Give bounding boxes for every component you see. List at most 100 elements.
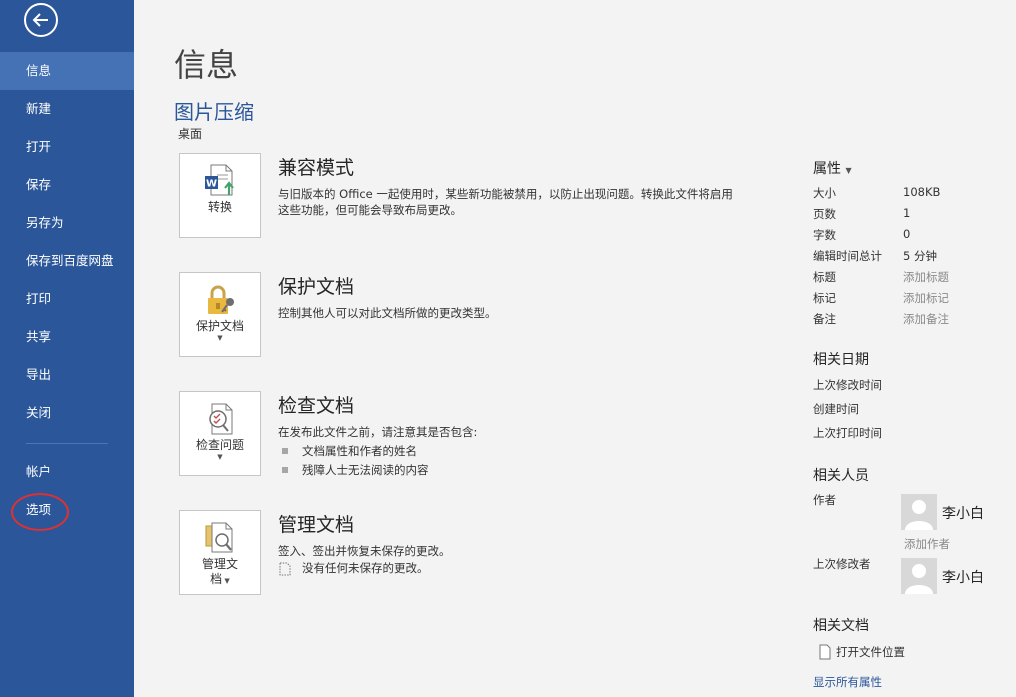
created-label: 创建时间: [813, 402, 859, 416]
svg-text:W: W: [206, 179, 217, 190]
manage-heading: 管理文档: [278, 514, 355, 536]
protect-document-button-label: 保护文档: [195, 319, 244, 333]
last-modified-by-label: 上次修改者: [813, 557, 871, 571]
properties-panel: 属性 ▼ 大小 108KB 页数 1 字数 0 编辑时间总计 5 分钟 标题 添加标题 标…: [813, 158, 1013, 326]
avatar: [901, 558, 937, 594]
unsaved-changes-text: 没有任何未保存的更改。: [302, 561, 429, 575]
sidebar-item-new[interactable]: 新建: [0, 90, 134, 128]
word-convert-icon: W: [205, 164, 234, 196]
unsaved-changes-note: 没有任何未保存的更改。: [278, 559, 738, 578]
page-title: 信息: [174, 46, 239, 84]
convert-button-label: 转换: [207, 200, 232, 214]
sidebar-item-save-baidu[interactable]: 保存到百度网盘: [0, 242, 134, 280]
property-key: 页数: [813, 207, 836, 221]
property-row: 编辑时间总计 5 分钟: [813, 248, 1013, 269]
properties-heading: 属性: [813, 161, 841, 177]
sidebar-item-export[interactable]: 导出: [0, 356, 134, 394]
compat-section: W 转换 兼容模式 与旧版本的 Office 一起使用时，某些新功能被禁用，以防…: [179, 153, 733, 239]
sidebar-item-save-as[interactable]: 另存为: [0, 204, 134, 242]
property-key: 标记: [813, 291, 836, 305]
show-all-properties-link[interactable]: 显示所有属性: [813, 674, 882, 690]
property-key: 大小: [813, 186, 836, 200]
check-issues-button[interactable]: 检查问题 ▼: [179, 391, 261, 476]
sidebar-item-account[interactable]: 帐户: [0, 453, 134, 491]
manage-document-button-label: 管理文档 ▼: [202, 557, 238, 587]
property-key: 字数: [813, 228, 836, 242]
backstage-sidebar: 信息 新建 打开 保存 另存为 保存到百度网盘 打印 共享 导出 关闭 帐户 选…: [0, 0, 134, 697]
protect-description: 控制其他人可以对此文档所做的更改类型。: [278, 306, 497, 320]
sidebar-item-open[interactable]: 打开: [0, 128, 134, 166]
chevron-down-icon: ▼: [843, 166, 852, 175]
person-silhouette-icon: [905, 564, 933, 594]
related-documents-heading: 相关文档: [813, 618, 869, 634]
add-title-field[interactable]: 添加标题: [903, 269, 949, 285]
property-key: 标题: [813, 270, 836, 284]
sidebar-item-close[interactable]: 关闭: [0, 394, 134, 432]
manage-description: 签入、签出并恢复未保存的更改。: [278, 544, 451, 558]
manage-label-line2: 档: [210, 572, 223, 586]
properties-dropdown[interactable]: 属性 ▼: [813, 158, 1013, 178]
open-file-location-label: 打开文件位置: [836, 645, 905, 659]
check-issues-button-label: 检查问题: [195, 438, 244, 452]
last-modified-by-person[interactable]: 李小白: [901, 558, 1001, 594]
last-printed-label: 上次打印时间: [813, 426, 882, 440]
property-value: 5 分钟: [903, 249, 937, 263]
manage-document-button[interactable]: 管理文档 ▼: [179, 510, 261, 595]
property-row: 大小 108KB: [813, 185, 1013, 206]
document-dotted-icon: [279, 562, 291, 575]
person-silhouette-icon: [905, 500, 933, 530]
dropdown-caret-icon: ▼: [217, 334, 223, 342]
property-key: 备注: [813, 312, 836, 326]
related-people-heading: 相关人员: [813, 468, 869, 484]
dropdown-caret-icon: ▼: [222, 577, 230, 585]
add-author-link[interactable]: 添加作者: [904, 536, 950, 552]
author-name: 李小白: [942, 506, 984, 522]
sidebar-item-info[interactable]: 信息: [0, 52, 134, 90]
last-modified-label: 上次修改时间: [813, 378, 882, 392]
back-button[interactable]: [24, 3, 58, 37]
info-pane: 信息 图片压缩 桌面 W 转换 兼容模式 与旧版本的 Office 一起使用时，…: [134, 0, 1016, 697]
protect-heading: 保护文档: [278, 276, 355, 298]
property-row: 页数 1: [813, 206, 1013, 227]
compat-heading: 兼容模式: [278, 157, 355, 179]
sidebar-nav: 信息 新建 打开 保存 另存为 保存到百度网盘 打印 共享 导出 关闭: [0, 52, 134, 432]
manage-section: 管理文档 ▼ 管理文档 签入、签出并恢复未保存的更改。 没有任何未保存的更改。: [179, 510, 719, 596]
inspect-heading: 检查文档: [278, 395, 355, 417]
sidebar-item-share[interactable]: 共享: [0, 318, 134, 356]
sidebar-item-save[interactable]: 保存: [0, 166, 134, 204]
document-icon: [819, 644, 831, 660]
last-modified-by-name: 李小白: [942, 570, 984, 586]
avatar: [901, 494, 937, 530]
document-path: 桌面: [178, 127, 203, 141]
related-dates-heading: 相关日期: [813, 352, 869, 368]
property-value: 1: [903, 206, 911, 220]
property-value: 108KB: [903, 185, 941, 199]
inspect-section: 检查问题 ▼ 检查文档 在发布此文件之前，请注意其是否包含: 文档属性和作者的姓…: [179, 391, 719, 477]
back-arrow-icon: [32, 13, 48, 27]
author-person[interactable]: 李小白: [901, 494, 1001, 530]
convert-button[interactable]: W 转换: [179, 153, 261, 238]
sidebar-item-options[interactable]: 选项: [0, 491, 134, 529]
add-comment-field[interactable]: 添加备注: [903, 311, 949, 327]
property-row: 标题 添加标题: [813, 269, 1013, 290]
manage-document-icon: [205, 522, 233, 553]
manage-label-line1: 管理文: [201, 557, 238, 571]
property-row: 备注 添加备注: [813, 311, 1013, 332]
inspect-bullet: 文档属性和作者的姓名: [278, 442, 738, 461]
lock-key-icon: [208, 285, 234, 314]
property-value: 0: [903, 227, 911, 241]
sidebar-item-print[interactable]: 打印: [0, 280, 134, 318]
protect-document-button[interactable]: 保护文档 ▼: [179, 272, 261, 357]
inspect-document-icon: [209, 403, 233, 435]
author-label: 作者: [813, 493, 836, 507]
protect-section: 保护文档 ▼ 保护文档 控制其他人可以对此文档所做的更改类型。: [179, 272, 719, 358]
document-name: 图片压缩: [174, 100, 254, 124]
sidebar-divider: [26, 443, 108, 444]
open-file-location-link[interactable]: 打开文件位置: [819, 644, 905, 660]
property-row: 字数 0: [813, 227, 1013, 248]
compat-description: 与旧版本的 Office 一起使用时，某些新功能被禁用，以防止出现问题。转换此文…: [278, 187, 733, 217]
property-key: 编辑时间总计: [813, 249, 882, 263]
add-tag-field[interactable]: 添加标记: [903, 290, 949, 306]
property-row: 标记 添加标记: [813, 290, 1013, 311]
inspect-bullet: 残障人士无法阅读的内容: [278, 461, 738, 480]
